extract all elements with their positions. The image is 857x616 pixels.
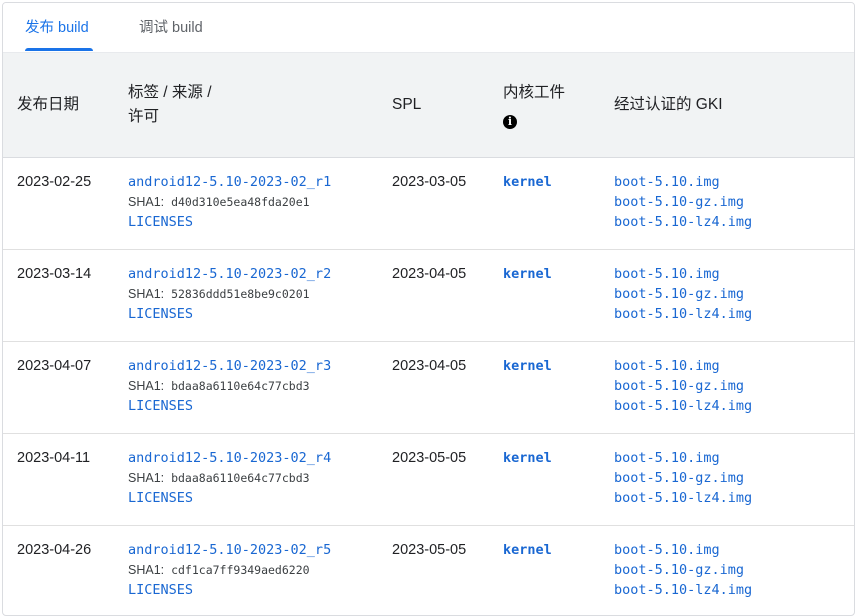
spl-date: 2023-04-05 xyxy=(392,266,467,282)
header-release-date: 发布日期 xyxy=(17,96,80,113)
licenses-link[interactable]: LICENSES xyxy=(128,396,331,416)
gki-cell: boot-5.10.img boot-5.10-gz.img boot-5.10-l… xyxy=(614,264,752,324)
gki-image-link[interactable]: boot-5.10.img xyxy=(614,172,752,192)
tag-cell: android12-5.10-2023-02_r4 SHA1: bdaa8a611… xyxy=(128,448,331,508)
licenses-link[interactable]: LICENSES xyxy=(128,212,331,232)
sha1-label: SHA1: xyxy=(128,195,165,209)
kernel-link[interactable]: kernel xyxy=(503,264,552,284)
spl-date: 2023-04-05 xyxy=(392,358,467,374)
build-tabs: 发布 build 调试 build xyxy=(3,3,854,53)
header-tag-line1: 标签 / 来源 / xyxy=(128,84,212,101)
tag-link[interactable]: android12-5.10-2023-02_r1 xyxy=(128,172,331,192)
gki-image-link[interactable]: boot-5.10.img xyxy=(614,356,752,376)
sha1-line: SHA1: bdaa8a6110e64c77cbd3 xyxy=(128,376,331,396)
release-date: 2023-04-26 xyxy=(17,542,92,558)
table-header: 发布日期 标签 / 来源 / 许可 SPL 内核工件 i 经过认证的 GKI xyxy=(3,53,854,158)
kernel-cell: kernel xyxy=(503,540,552,560)
tab-debug-builds[interactable]: 调试 build xyxy=(139,18,203,38)
sha1-value: 52836ddd51e8be9c0201 xyxy=(171,287,310,301)
kernel-cell: kernel xyxy=(503,448,552,468)
sha1-value: bdaa8a6110e64c77cbd3 xyxy=(171,379,310,393)
tag-link[interactable]: android12-5.10-2023-02_r5 xyxy=(128,540,331,560)
release-date: 2023-04-07 xyxy=(17,358,92,374)
gki-image-link[interactable]: boot-5.10-gz.img xyxy=(614,560,752,580)
header-tag-source-license: 标签 / 来源 / 许可 xyxy=(128,81,212,129)
sha1-value: cdf1ca7ff9349aed6220 xyxy=(171,563,310,577)
sha1-value: bdaa8a6110e64c77cbd3 xyxy=(171,471,310,485)
sha1-line: SHA1: bdaa8a6110e64c77cbd3 xyxy=(128,468,331,488)
gki-image-link[interactable]: boot-5.10-lz4.img xyxy=(614,212,752,232)
kernel-link[interactable]: kernel xyxy=(503,172,552,192)
release-date: 2023-03-14 xyxy=(17,266,92,282)
kernel-cell: kernel xyxy=(503,172,552,192)
sha1-label: SHA1: xyxy=(128,287,165,301)
table-row: 2023-02-25 android12-5.10-2023-02_r1 SHA1:… xyxy=(3,158,854,250)
header-certified-gki: 经过认证的 GKI xyxy=(614,96,723,113)
table-row: 2023-04-26 android12-5.10-2023-02_r5 SHA1:… xyxy=(3,526,854,615)
tag-cell: android12-5.10-2023-02_r3 SHA1: bdaa8a611… xyxy=(128,356,331,416)
release-date: 2023-02-25 xyxy=(17,174,92,190)
tag-link[interactable]: android12-5.10-2023-02_r4 xyxy=(128,448,331,468)
tag-cell: android12-5.10-2023-02_r1 SHA1: d40d310e5… xyxy=(128,172,331,232)
gki-image-link[interactable]: boot-5.10-lz4.img xyxy=(614,304,752,324)
tag-link[interactable]: android12-5.10-2023-02_r2 xyxy=(128,264,331,284)
sha1-label: SHA1: xyxy=(128,471,165,485)
header-spl: SPL xyxy=(392,96,422,113)
kernel-cell: kernel xyxy=(503,264,552,284)
active-tab-indicator xyxy=(25,48,93,51)
header-tag-line2: 许可 xyxy=(128,108,160,125)
gki-image-link[interactable]: boot-5.10.img xyxy=(614,448,752,468)
sha1-label: SHA1: xyxy=(128,563,165,577)
kernel-link[interactable]: kernel xyxy=(503,448,552,468)
sha1-value: d40d310e5ea48fda20e1 xyxy=(171,195,310,209)
header-kernel-label: 内核工件 xyxy=(503,84,566,101)
table-row: 2023-04-11 android12-5.10-2023-02_r4 SHA1:… xyxy=(3,434,854,526)
spl-date: 2023-03-05 xyxy=(392,174,467,190)
tag-link[interactable]: android12-5.10-2023-02_r3 xyxy=(128,356,331,376)
gki-cell: boot-5.10.img boot-5.10-gz.img boot-5.10-l… xyxy=(614,172,752,232)
tab-release-builds[interactable]: 发布 build xyxy=(25,18,89,38)
gki-image-link[interactable]: boot-5.10.img xyxy=(614,264,752,284)
sha1-line: SHA1: cdf1ca7ff9349aed6220 xyxy=(128,560,331,580)
gki-image-link[interactable]: boot-5.10-gz.img xyxy=(614,376,752,396)
release-table-card: 发布 build 调试 build 发布日期 标签 / 来源 / 许可 SPL … xyxy=(2,2,855,616)
sha1-label: SHA1: xyxy=(128,379,165,393)
gki-image-link[interactable]: boot-5.10-lz4.img xyxy=(614,396,752,416)
gki-image-link[interactable]: boot-5.10-gz.img xyxy=(614,192,752,212)
sha1-line: SHA1: d40d310e5ea48fda20e1 xyxy=(128,192,331,212)
spl-date: 2023-05-05 xyxy=(392,542,467,558)
sha1-line: SHA1: 52836ddd51e8be9c0201 xyxy=(128,284,331,304)
gki-image-link[interactable]: boot-5.10-lz4.img xyxy=(614,488,752,508)
licenses-link[interactable]: LICENSES xyxy=(128,580,331,600)
gki-image-link[interactable]: boot-5.10-gz.img xyxy=(614,468,752,488)
licenses-link[interactable]: LICENSES xyxy=(128,304,331,324)
kernel-cell: kernel xyxy=(503,356,552,376)
table-row: 2023-03-14 android12-5.10-2023-02_r2 SHA1:… xyxy=(3,250,854,342)
gki-cell: boot-5.10.img boot-5.10-gz.img boot-5.10-l… xyxy=(614,540,752,600)
header-kernel-artifacts: 内核工件 i xyxy=(503,81,565,129)
tag-cell: android12-5.10-2023-02_r5 SHA1: cdf1ca7ff… xyxy=(128,540,331,600)
kernel-link[interactable]: kernel xyxy=(503,540,552,560)
gki-cell: boot-5.10.img boot-5.10-gz.img boot-5.10-l… xyxy=(614,448,752,508)
spl-date: 2023-05-05 xyxy=(392,450,467,466)
table-row: 2023-04-07 android12-5.10-2023-02_r3 SHA1:… xyxy=(3,342,854,434)
release-date: 2023-04-11 xyxy=(17,450,91,466)
gki-image-link[interactable]: boot-5.10-gz.img xyxy=(614,284,752,304)
kernel-link[interactable]: kernel xyxy=(503,356,552,376)
gki-cell: boot-5.10.img boot-5.10-gz.img boot-5.10-l… xyxy=(614,356,752,416)
gki-image-link[interactable]: boot-5.10.img xyxy=(614,540,752,560)
info-icon[interactable]: i xyxy=(503,115,517,129)
tag-cell: android12-5.10-2023-02_r2 SHA1: 52836ddd5… xyxy=(128,264,331,324)
gki-image-link[interactable]: boot-5.10-lz4.img xyxy=(614,580,752,600)
licenses-link[interactable]: LICENSES xyxy=(128,488,331,508)
